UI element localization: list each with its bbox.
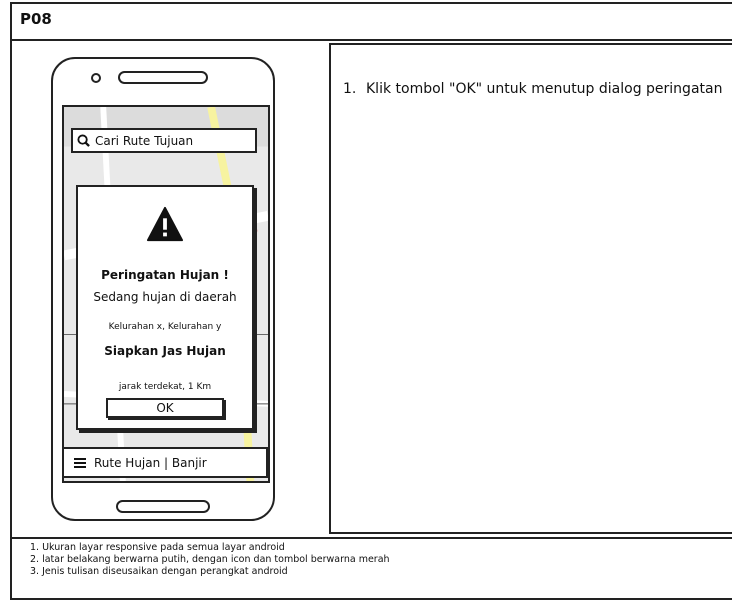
header-divider [10,39,732,41]
dialog-location: Kelurahan x, Kelurahan y [108,322,222,332]
page-title: P08 [20,10,52,28]
dialog-title: Peringatan Hujan ! [101,268,229,282]
search-input[interactable]: Cari Rute Tujuan [71,128,257,153]
warning-icon [146,206,184,242]
description-panel [329,43,732,534]
menu-icon[interactable] [74,458,86,468]
note-item: 2. latar belakang berwarna putih, dengan… [30,554,390,565]
notes-divider [10,537,732,539]
camera-icon [91,73,101,83]
step-text: Klik tombol "OK" untuk menutup dialog pe… [366,81,723,97]
dialog-advice: Siapkan Jas Hujan [104,344,226,358]
dialog-message: Sedang hujan di daerah [93,290,237,304]
speaker-slot [118,71,208,84]
search-placeholder: Cari Rute Tujuan [95,134,194,148]
ok-button[interactable]: OK [106,398,224,418]
note-item: 1. Ukuran layar responsive pada semua la… [30,542,285,553]
search-icon [77,134,90,147]
bottom-nav-bar[interactable]: Rute Hujan | Banjir [62,447,268,478]
bottom-nav-label: Rute Hujan | Banjir [94,456,207,470]
dialog-distance: jarak terdekat, 1 Km [118,382,212,392]
step-number: 1. [343,81,357,97]
notes-list: 1. Ukuran layar responsive pada semua la… [30,542,390,578]
home-button [116,500,210,513]
note-item: 3. Jenis tulisan diseusaikan dengan pera… [30,566,288,577]
